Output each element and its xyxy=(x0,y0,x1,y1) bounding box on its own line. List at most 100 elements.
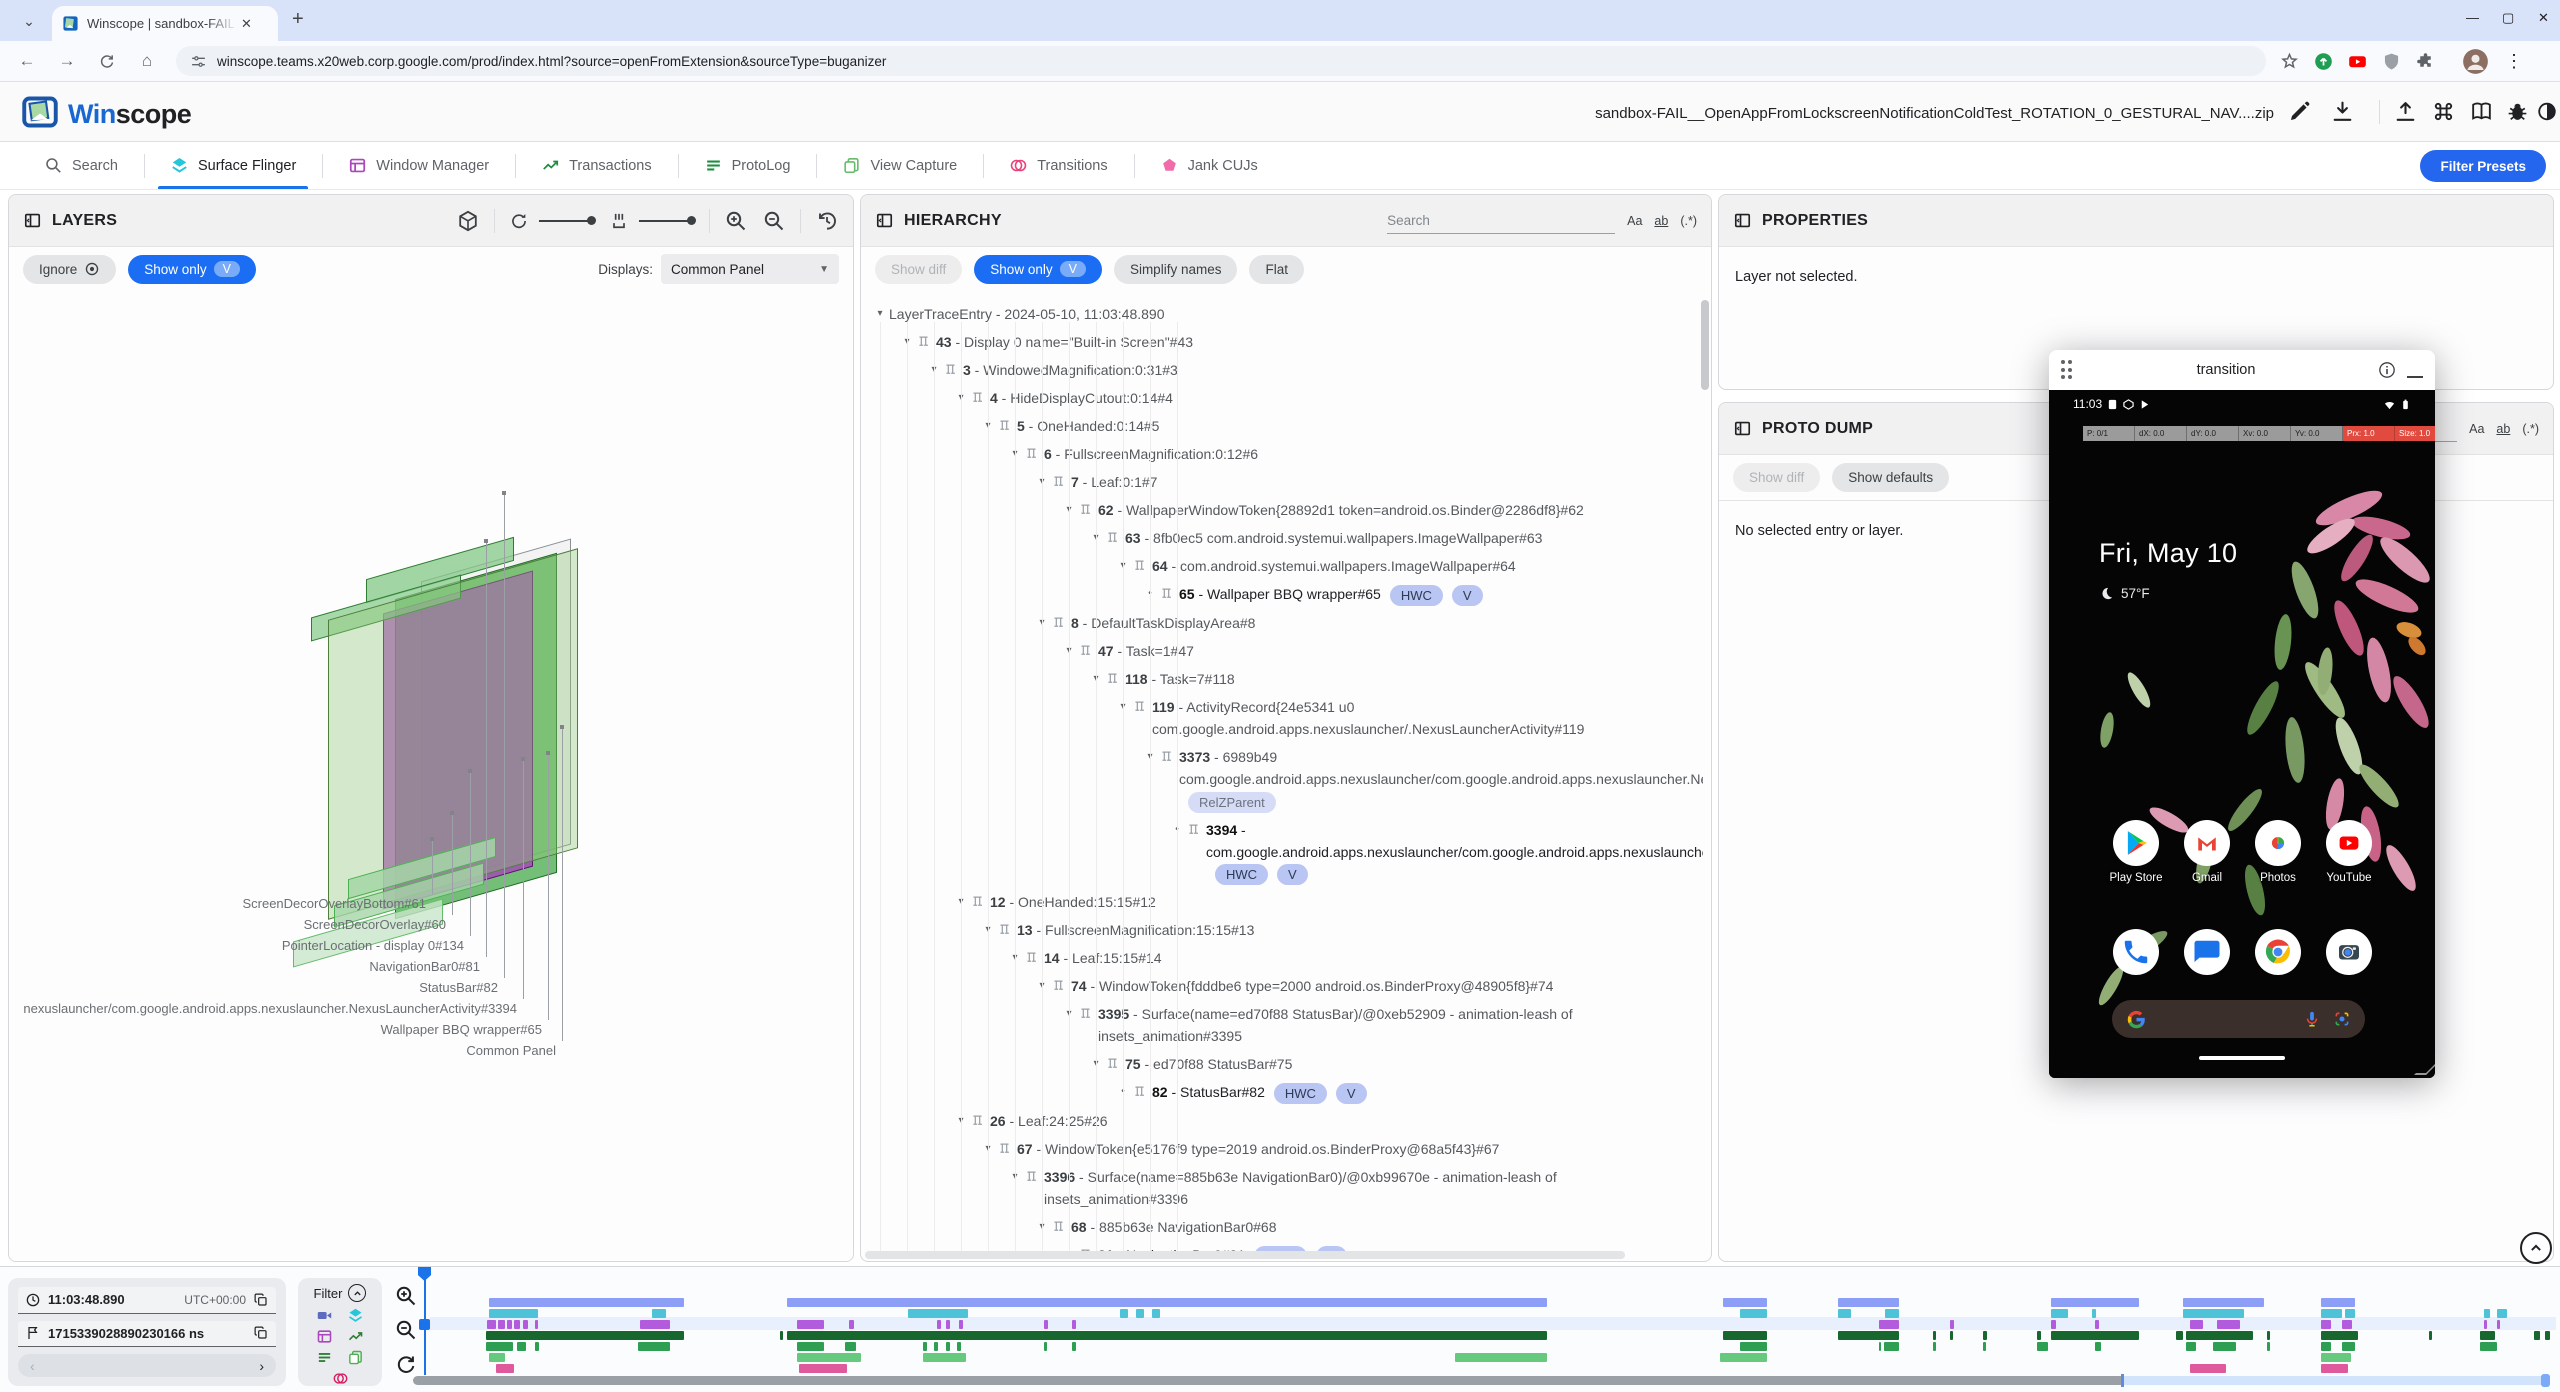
filter-trace-icon-protolog[interactable] xyxy=(316,1349,333,1366)
tree-node[interactable]: •82 - StatusBar#82HWCV xyxy=(861,1078,1703,1107)
trace-segment-window-manager[interactable] xyxy=(1879,1320,1899,1329)
hierarchy-search-input[interactable] xyxy=(1387,208,1615,234)
trace-segment-transactions[interactable] xyxy=(2534,1331,2540,1340)
next-entry-button[interactable]: › xyxy=(259,1358,264,1374)
expand-caret-icon[interactable]: ▾ xyxy=(952,891,970,913)
trace-segment-screen-recording[interactable] xyxy=(1723,1298,1767,1307)
trace-segment-protolog[interactable] xyxy=(2213,1342,2236,1351)
minimize-overlay-icon[interactable] xyxy=(2407,362,2423,378)
trace-segment-protolog[interactable] xyxy=(2037,1342,2048,1351)
expand-caret-icon[interactable]: ▾ xyxy=(979,415,997,437)
trace-segment-window-manager[interactable] xyxy=(2095,1320,2099,1329)
trace-segment-window-manager[interactable] xyxy=(2497,1320,2500,1329)
trace-segment-surface-flinger[interactable] xyxy=(1136,1309,1144,1318)
copy-time-icon[interactable] xyxy=(253,1292,269,1308)
profile-avatar[interactable] xyxy=(2462,48,2489,75)
expand-caret-icon[interactable]: ▾ xyxy=(1060,640,1078,662)
tree-node[interactable]: ▾26 - Leaf:24:25#26 xyxy=(861,1107,1703,1135)
trace-segment-surface-flinger[interactable] xyxy=(1120,1309,1128,1318)
tree-node[interactable]: •3394 - com.google.android.apps.nexuslau… xyxy=(861,816,1703,889)
filter-trace-icon-surface-flinger[interactable] xyxy=(347,1307,364,1324)
trace-segment-surface-flinger[interactable] xyxy=(2321,1309,2342,1318)
timeline-reset-zoom-icon[interactable] xyxy=(394,1352,418,1376)
trace-segment-screen-recording[interactable] xyxy=(787,1298,1547,1307)
documentation-icon[interactable] xyxy=(2469,99,2494,124)
trace-segment-surface-flinger[interactable] xyxy=(1885,1309,1899,1318)
trace-segment-protolog[interactable] xyxy=(2342,1342,2355,1351)
hierarchy-horizontal-scrollbar[interactable] xyxy=(865,1251,1625,1259)
tree-node[interactable]: ▾74 - WindowToken{fdddbe6 type=2000 andr… xyxy=(861,972,1703,1000)
trace-segment-surface-flinger[interactable] xyxy=(2051,1309,2068,1318)
trace-segment-view-capture[interactable] xyxy=(1455,1353,1547,1362)
expand-caret-icon[interactable]: ▾ xyxy=(1033,612,1051,634)
trace-segment-protolog[interactable] xyxy=(638,1342,670,1351)
expand-caret-icon[interactable]: ▾ xyxy=(898,331,916,353)
trace-segment-protolog[interactable] xyxy=(1933,1342,1936,1351)
report-bug-icon[interactable] xyxy=(2505,99,2530,124)
tree-node[interactable]: ▾64 - com.android.systemui.wallpapers.Im… xyxy=(861,552,1703,580)
window-close-button[interactable]: ✕ xyxy=(2538,10,2549,26)
trace-segment-transactions[interactable] xyxy=(2429,1331,2432,1340)
timeline-zoom-out-icon[interactable] xyxy=(394,1318,418,1342)
upload-trace-icon[interactable] xyxy=(2393,99,2418,124)
trace-segment-surface-flinger[interactable] xyxy=(489,1309,538,1318)
tab-view-capture[interactable]: View Capture xyxy=(816,142,983,189)
expand-caret-icon[interactable]: ▾ xyxy=(952,387,970,409)
trace-segment-protolog[interactable] xyxy=(1740,1342,1767,1351)
tree-node[interactable]: ▾LayerTraceEntry - 2024-05-10, 11:03:48.… xyxy=(861,300,1703,328)
timeline-overview-range[interactable] xyxy=(2124,1376,2548,1385)
dock-icon-chrome[interactable] xyxy=(2255,929,2301,975)
tab-window-manager[interactable]: Window Manager xyxy=(322,142,515,189)
trace-segment-screen-recording[interactable] xyxy=(1838,1298,1899,1307)
tree-node[interactable]: ▾6 - FullscreenMagnification:0:12#6 xyxy=(861,440,1703,468)
trace-segment-transactions[interactable] xyxy=(780,1331,783,1340)
trace-segment-screen-recording[interactable] xyxy=(2183,1298,2264,1307)
trace-segment-window-manager[interactable] xyxy=(849,1320,854,1329)
expand-caret-icon[interactable]: ▾ xyxy=(1006,947,1024,969)
tab-close-icon[interactable]: ✕ xyxy=(241,16,252,32)
displays-dropdown[interactable]: Common Panel▼ xyxy=(661,254,839,284)
trace-segment-view-capture[interactable] xyxy=(489,1353,505,1362)
expand-caret-icon[interactable]: ▾ xyxy=(1033,975,1051,997)
trace-segment-view-capture[interactable] xyxy=(1720,1353,1767,1362)
tree-node[interactable]: ▾5 - OneHanded:0:14#5 xyxy=(861,412,1703,440)
google-search-bar[interactable] xyxy=(2112,1000,2365,1038)
filter-trace-icon-screen-recording[interactable] xyxy=(316,1307,333,1324)
trace-segment-window-manager[interactable] xyxy=(535,1320,538,1329)
tab-surface-flinger[interactable]: Surface Flinger xyxy=(144,142,322,189)
tree-node[interactable]: •65 - Wallpaper BBQ wrapper#65HWCV xyxy=(861,580,1703,609)
spacing-icon[interactable] xyxy=(609,211,629,231)
trace-segment-window-manager[interactable] xyxy=(2190,1320,2203,1329)
trace-segment-protolog[interactable] xyxy=(1884,1342,1899,1351)
trace-segment-window-manager[interactable] xyxy=(2342,1320,2352,1329)
match-word-icon[interactable]: ab xyxy=(2496,422,2510,436)
match-word-icon[interactable]: ab xyxy=(1654,214,1668,228)
trace-segment-window-manager[interactable] xyxy=(946,1320,950,1329)
app-icon-photos[interactable] xyxy=(2255,820,2301,866)
trace-segment-screen-recording[interactable] xyxy=(2321,1298,2355,1307)
trace-segment-window-manager[interactable] xyxy=(2321,1320,2331,1329)
tree-node[interactable]: ▾3395 - Surface(name=ed70f88 StatusBar)/… xyxy=(861,1000,1703,1050)
browser-tab[interactable]: Winscope | sandbox-FAIL ✕ xyxy=(52,6,278,41)
collapse-panel-icon[interactable] xyxy=(1733,211,1752,230)
trace-segment-protolog[interactable] xyxy=(946,1342,950,1351)
trace-segment-surface-flinger[interactable] xyxy=(1152,1309,1160,1318)
tab-transitions[interactable]: Transitions xyxy=(983,142,1133,189)
site-settings-icon[interactable] xyxy=(190,53,207,70)
expand-caret-icon[interactable]: ▾ xyxy=(979,1138,997,1160)
tree-node[interactable]: ▾14 - Leaf:15:15#14 xyxy=(861,944,1703,972)
trace-segment-window-manager[interactable] xyxy=(2217,1320,2240,1329)
dock-icon-phone[interactable] xyxy=(2113,929,2159,975)
collapse-panel-icon[interactable] xyxy=(1733,419,1752,438)
trace-segment-transactions[interactable] xyxy=(2176,1331,2183,1340)
trace-segment-window-manager[interactable] xyxy=(797,1320,824,1329)
tree-node[interactable]: ▾47 - Task=1#47 xyxy=(861,637,1703,665)
trace-segment-protolog[interactable] xyxy=(2267,1342,2270,1351)
trace-segment-window-manager[interactable] xyxy=(487,1320,496,1329)
trace-segment-window-manager[interactable] xyxy=(523,1320,528,1329)
tree-node[interactable]: •81 - NavigationBar0#81HWCV xyxy=(861,1241,1703,1251)
trace-segment-transitions[interactable] xyxy=(2321,1364,2348,1373)
expand-caret-icon[interactable]: ▾ xyxy=(952,1110,970,1132)
expand-caret-icon[interactable]: ▾ xyxy=(979,919,997,941)
forward-button[interactable]: → xyxy=(54,48,80,74)
